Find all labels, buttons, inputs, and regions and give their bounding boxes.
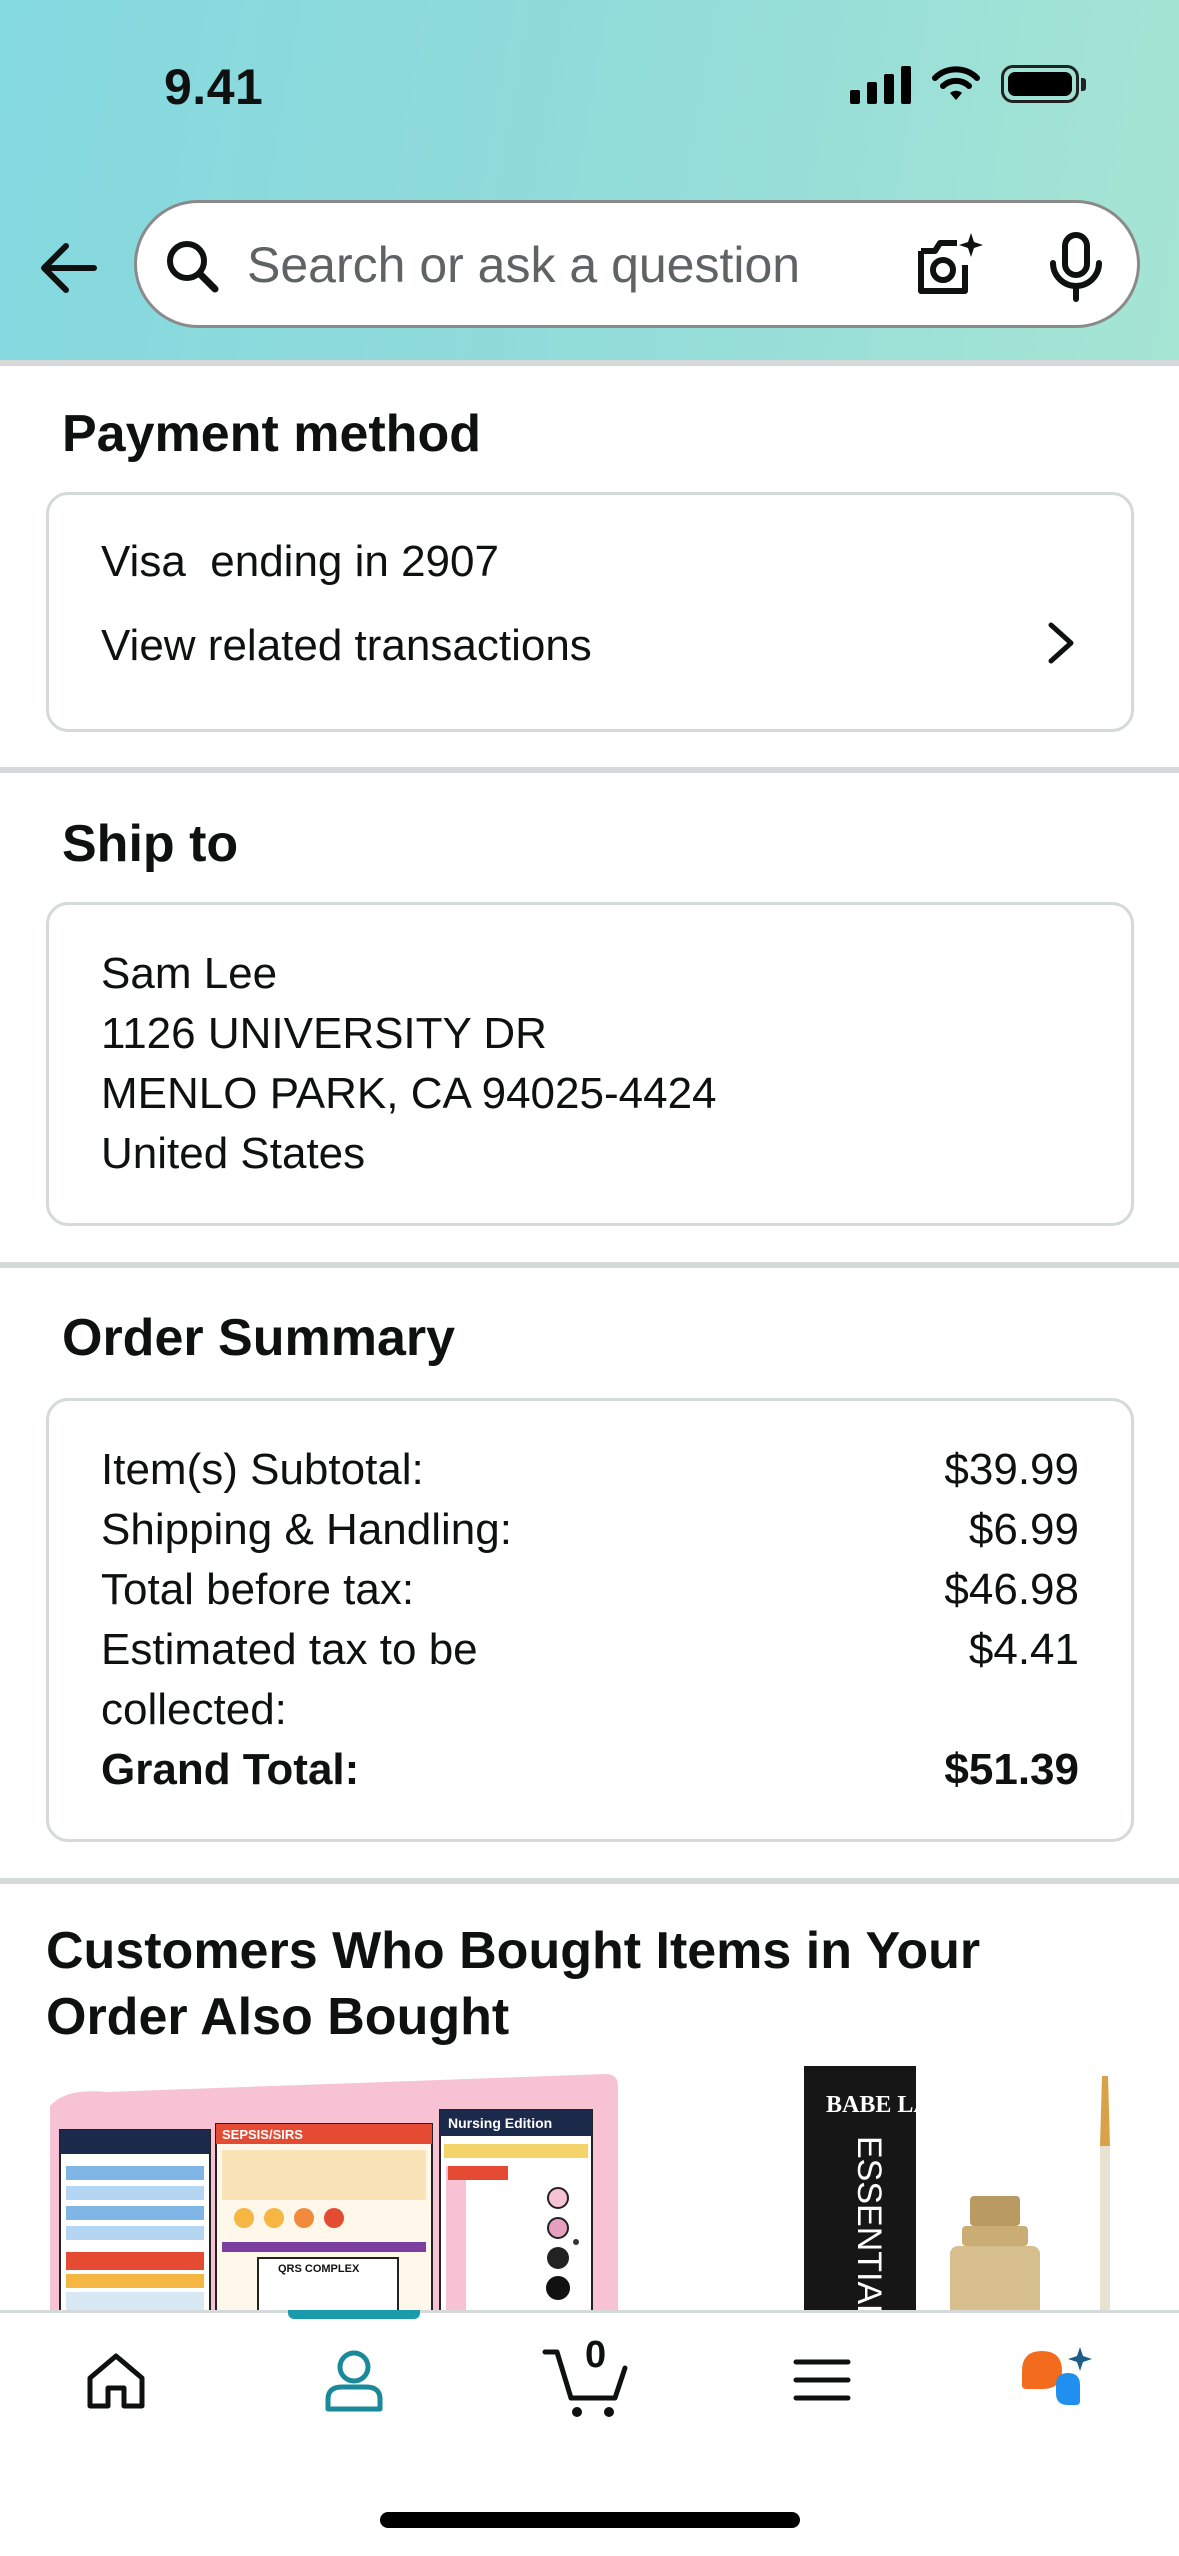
product-image-text: ESSENTIAL L xyxy=(850,2136,888,2316)
ship-to-title: Ship to xyxy=(62,815,239,873)
home-indicator xyxy=(380,2512,800,2528)
recipient-name: Sam Lee xyxy=(101,949,278,998)
card-ending: ending in 2907 xyxy=(210,537,499,586)
camera-sparkle-icon[interactable] xyxy=(913,229,985,301)
payment-method-card: Visa ending in 2907 View related transac… xyxy=(46,492,1134,732)
search-icon xyxy=(167,241,219,293)
summary-label: Item(s) Subtotal: xyxy=(101,1445,424,1494)
recommendations-title: Customers Who Bought Items in Your Order… xyxy=(46,1922,981,2046)
summary-label: Total before tax: xyxy=(101,1565,415,1614)
status-icons xyxy=(850,64,1086,104)
summary-value: $6.99 xyxy=(968,1505,1079,1554)
summary-value: $4.41 xyxy=(968,1625,1079,1674)
product-card-nursing[interactable]: SEPSIS/SIRS QRS COMPLEX Nursing Edition xyxy=(46,2066,618,2316)
account-icon xyxy=(325,2350,383,2412)
address-street: 1126 UNIVERSITY DR xyxy=(101,1009,547,1058)
ship-to-card: Sam Lee 1126 UNIVERSITY DR MENLO PARK, C… xyxy=(46,902,1134,1226)
product-image-text: QRS COMPLEX xyxy=(278,2263,360,2275)
summary-label: Estimated tax to be xyxy=(101,1625,478,1674)
section-divider xyxy=(0,1878,1179,1884)
section-divider xyxy=(0,1262,1179,1268)
microphone-icon[interactable] xyxy=(1043,231,1109,303)
menu-icon xyxy=(793,2359,851,2401)
nav-account[interactable] xyxy=(304,2340,404,2420)
wifi-icon xyxy=(932,66,980,100)
back-arrow-icon[interactable] xyxy=(36,238,100,298)
grand-total-value: $51.39 xyxy=(944,1745,1079,1794)
chevron-right-icon[interactable] xyxy=(1043,619,1079,667)
summary-value: $39.99 xyxy=(944,1445,1079,1494)
order-summary-card: Item(s) Subtotal: $39.99 Shipping & Hand… xyxy=(46,1398,1134,1842)
search-bar[interactable] xyxy=(134,200,1140,328)
signal-icon xyxy=(850,64,911,104)
product-image-text: SEPSIS/SIRS xyxy=(222,2127,303,2142)
product-image-text: BABE LASH xyxy=(826,2092,963,2118)
search-input[interactable] xyxy=(247,227,927,303)
address-city: MENLO PARK, CA 94025-4424 xyxy=(101,1069,717,1118)
nav-rufus-assistant[interactable] xyxy=(1006,2340,1106,2420)
section-divider xyxy=(0,767,1179,773)
address-country: United States xyxy=(101,1129,366,1178)
view-related-transactions-link[interactable]: View related transactions xyxy=(101,621,592,671)
order-summary-title: Order Summary xyxy=(62,1309,456,1367)
card-brand: Visa xyxy=(101,537,186,586)
nav-home[interactable] xyxy=(66,2340,166,2420)
cart-count-badge: 0 xyxy=(585,2334,607,2376)
active-tab-indicator xyxy=(288,2310,420,2319)
battery-icon xyxy=(1001,65,1086,103)
summary-value: $46.98 xyxy=(944,1565,1079,1614)
grand-total-label: Grand Total: xyxy=(101,1745,360,1794)
product-image-nursing[interactable]: SEPSIS/SIRS QRS COMPLEX Nursing Edition xyxy=(46,2066,618,2316)
header-divider xyxy=(0,360,1179,366)
product-card-babe-lash[interactable]: BABE LASH ESSENTIAL L xyxy=(790,2066,1130,2316)
summary-label: Shipping & Handling: xyxy=(101,1505,512,1554)
summary-label-cont: collected: xyxy=(101,1685,287,1734)
payment-method-title: Payment method xyxy=(62,405,481,463)
nav-cart[interactable]: 0 xyxy=(536,2334,636,2420)
product-image-text: Nursing Edition xyxy=(448,2115,552,2131)
rufus-assistant-icon xyxy=(1022,2347,1092,2405)
card-info: Visa ending in 2907 xyxy=(101,537,499,587)
product-image-babe-lash[interactable]: BABE LASH ESSENTIAL L xyxy=(790,2066,1130,2316)
status-time: 9.41 xyxy=(164,59,264,115)
home-icon xyxy=(87,2353,145,2409)
nav-menu[interactable] xyxy=(772,2340,872,2420)
